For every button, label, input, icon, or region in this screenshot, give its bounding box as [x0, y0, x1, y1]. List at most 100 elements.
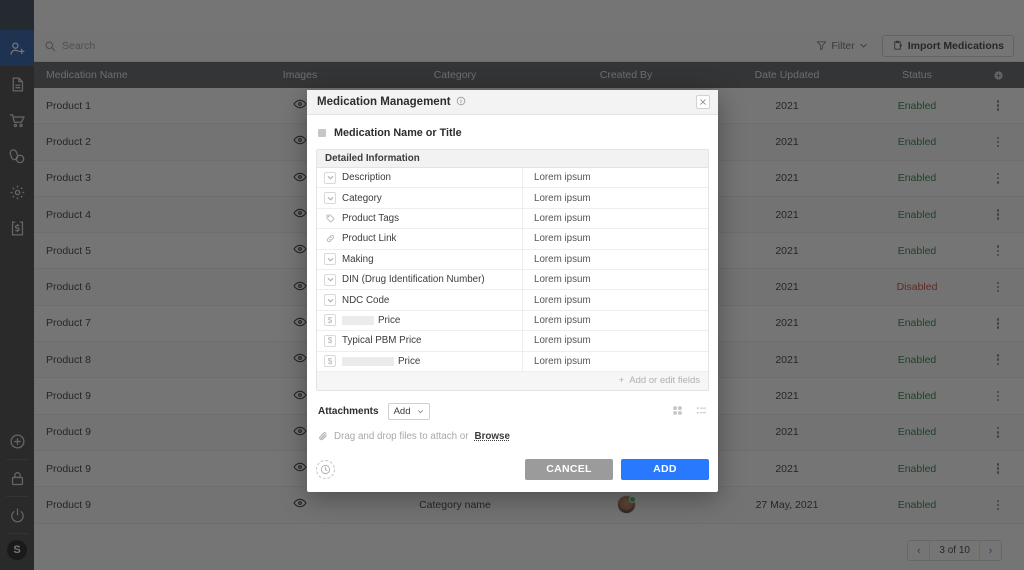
pagination-prev-button[interactable]: ‹ — [908, 541, 929, 560]
row-actions-button[interactable] — [972, 425, 1024, 439]
sidebar-item-plus-circle[interactable] — [0, 423, 34, 459]
row-actions-button[interactable] — [972, 462, 1024, 476]
app-logo-redacted — [0, 0, 34, 30]
field-row[interactable]: NDC Code Lorem ipsum — [317, 290, 708, 311]
chevron-box-icon — [324, 192, 336, 205]
cell-date-updated: 2021 — [775, 281, 799, 294]
column-settings-button[interactable] — [972, 70, 1024, 81]
column-header-medication-name[interactable]: Medication Name — [34, 69, 230, 81]
sidebar-item-cart[interactable] — [0, 102, 34, 138]
field-row[interactable]: Product Tags Lorem ipsum — [317, 208, 708, 230]
row-actions-button[interactable] — [972, 498, 1024, 512]
clock-icon[interactable] — [316, 459, 335, 479]
eye-icon[interactable] — [293, 97, 307, 114]
row-actions-button[interactable] — [972, 280, 1024, 294]
field-value[interactable]: Lorem ipsum — [523, 172, 708, 183]
browse-link[interactable]: Browse — [475, 431, 510, 442]
eye-icon[interactable] — [293, 315, 307, 332]
sidebar-item-add-user[interactable] — [0, 30, 34, 66]
field-row[interactable]: Category Lorem ipsum — [317, 188, 708, 209]
row-actions-button[interactable] — [972, 171, 1024, 185]
cell-created-by — [540, 495, 712, 515]
chevron-box-icon — [324, 273, 336, 286]
column-header-date-updated[interactable]: Date Updated — [712, 69, 862, 81]
dropzone[interactable]: Drag and drop files to attach or Browse — [316, 421, 709, 446]
attachments-add-dropdown[interactable]: Add — [387, 403, 431, 421]
eye-icon[interactable] — [293, 279, 307, 296]
cell-images[interactable] — [230, 496, 370, 513]
cell-date-updated: 2021 — [775, 99, 799, 112]
eye-icon[interactable] — [293, 133, 307, 150]
field-row[interactable]: Product Link Lorem ipsum — [317, 229, 708, 250]
kebab-icon — [996, 425, 1000, 439]
paperclip-icon — [318, 428, 328, 446]
chevron-box-icon — [324, 253, 336, 266]
field-value[interactable]: Lorem ipsum — [523, 295, 708, 306]
add-button[interactable]: ADD — [621, 458, 709, 480]
table-row[interactable]: Product 9 Category name 27 May, 2021 Enable… — [34, 487, 1024, 524]
import-medications-button[interactable]: Import Medications — [881, 34, 1014, 57]
sidebar-item-pills[interactable] — [0, 138, 34, 174]
cell-date-updated: 2021 — [775, 426, 799, 439]
search-input[interactable] — [62, 39, 362, 52]
eye-icon[interactable] — [293, 460, 307, 477]
field-value[interactable]: Lorem ipsum — [523, 213, 708, 224]
sidebar-item-gear[interactable] — [0, 174, 34, 210]
eye-icon[interactable] — [293, 242, 307, 259]
sidebar-item-lock[interactable] — [0, 460, 34, 496]
field-value[interactable]: Lorem ipsum — [523, 356, 708, 367]
row-actions-button[interactable] — [972, 389, 1024, 403]
record-name-row[interactable]: Medication Name or Title — [316, 125, 709, 149]
cell-medication-name: Product 4 — [46, 208, 91, 221]
eye-icon[interactable] — [293, 496, 307, 513]
column-header-created-by[interactable]: Created By — [540, 69, 712, 81]
column-header-images[interactable]: Images — [230, 69, 370, 81]
field-label: DIN (Drug Identification Number) — [342, 274, 485, 286]
row-actions-button[interactable] — [972, 353, 1024, 367]
plus-icon: + — [618, 375, 625, 387]
eye-icon[interactable] — [293, 424, 307, 441]
info-icon[interactable] — [456, 93, 466, 111]
pagination-next-button[interactable]: › — [980, 541, 1001, 560]
field-value[interactable]: Lorem ipsum — [523, 274, 708, 285]
attachments-row: Attachments Add — [316, 391, 709, 421]
row-actions-button[interactable] — [972, 316, 1024, 330]
eye-icon[interactable] — [293, 351, 307, 368]
field-row[interactable]: Description Lorem ipsum — [317, 168, 708, 189]
field-row[interactable]: $ Price Lorem ipsum — [317, 351, 708, 372]
sidebar-item-power[interactable] — [0, 497, 34, 533]
eye-icon[interactable] — [293, 206, 307, 223]
cancel-button[interactable]: CANCEL — [525, 458, 613, 480]
column-header-category[interactable]: Category — [370, 69, 540, 81]
field-value[interactable]: Lorem ipsum — [523, 233, 708, 244]
field-label: Making — [342, 253, 374, 265]
list-view-icon[interactable] — [696, 403, 707, 421]
chevron-down-icon — [859, 41, 868, 50]
eye-icon[interactable] — [293, 170, 307, 187]
grid-view-icon[interactable] — [672, 403, 683, 421]
field-value[interactable]: Lorem ipsum — [523, 335, 708, 346]
field-row[interactable]: $ Typical PBM Price Lorem ipsum — [317, 331, 708, 352]
field-row[interactable]: Making Lorem ipsum — [317, 249, 708, 270]
eye-icon[interactable] — [293, 388, 307, 405]
field-value[interactable]: Lorem ipsum — [523, 193, 708, 204]
field-row[interactable]: $ Price Lorem ipsum — [317, 310, 708, 332]
field-value[interactable]: Lorem ipsum — [523, 254, 708, 265]
kebab-icon — [996, 316, 1000, 330]
sidebar-item-invoice[interactable] — [0, 210, 34, 246]
sidebar-divider — [6, 533, 28, 534]
sidebar-item-document[interactable] — [0, 66, 34, 102]
row-actions-button[interactable] — [972, 208, 1024, 222]
field-row[interactable]: DIN (Drug Identification Number) Lorem ip… — [317, 269, 708, 291]
add-or-edit-fields-button[interactable]: + Add or edit fields — [317, 371, 708, 390]
row-actions-button[interactable] — [972, 244, 1024, 258]
close-icon[interactable] — [696, 95, 710, 109]
user-avatar[interactable]: S — [7, 540, 27, 560]
field-value[interactable]: Lorem ipsum — [523, 315, 708, 326]
medication-management-modal: Medication Management Medication Name or… — [307, 90, 718, 492]
column-header-status[interactable]: Status — [862, 69, 972, 81]
add-or-edit-fields-label: Add or edit fields — [629, 375, 700, 387]
row-actions-button[interactable] — [972, 135, 1024, 149]
row-actions-button[interactable] — [972, 99, 1024, 113]
filter-button[interactable]: Filter — [816, 40, 867, 52]
